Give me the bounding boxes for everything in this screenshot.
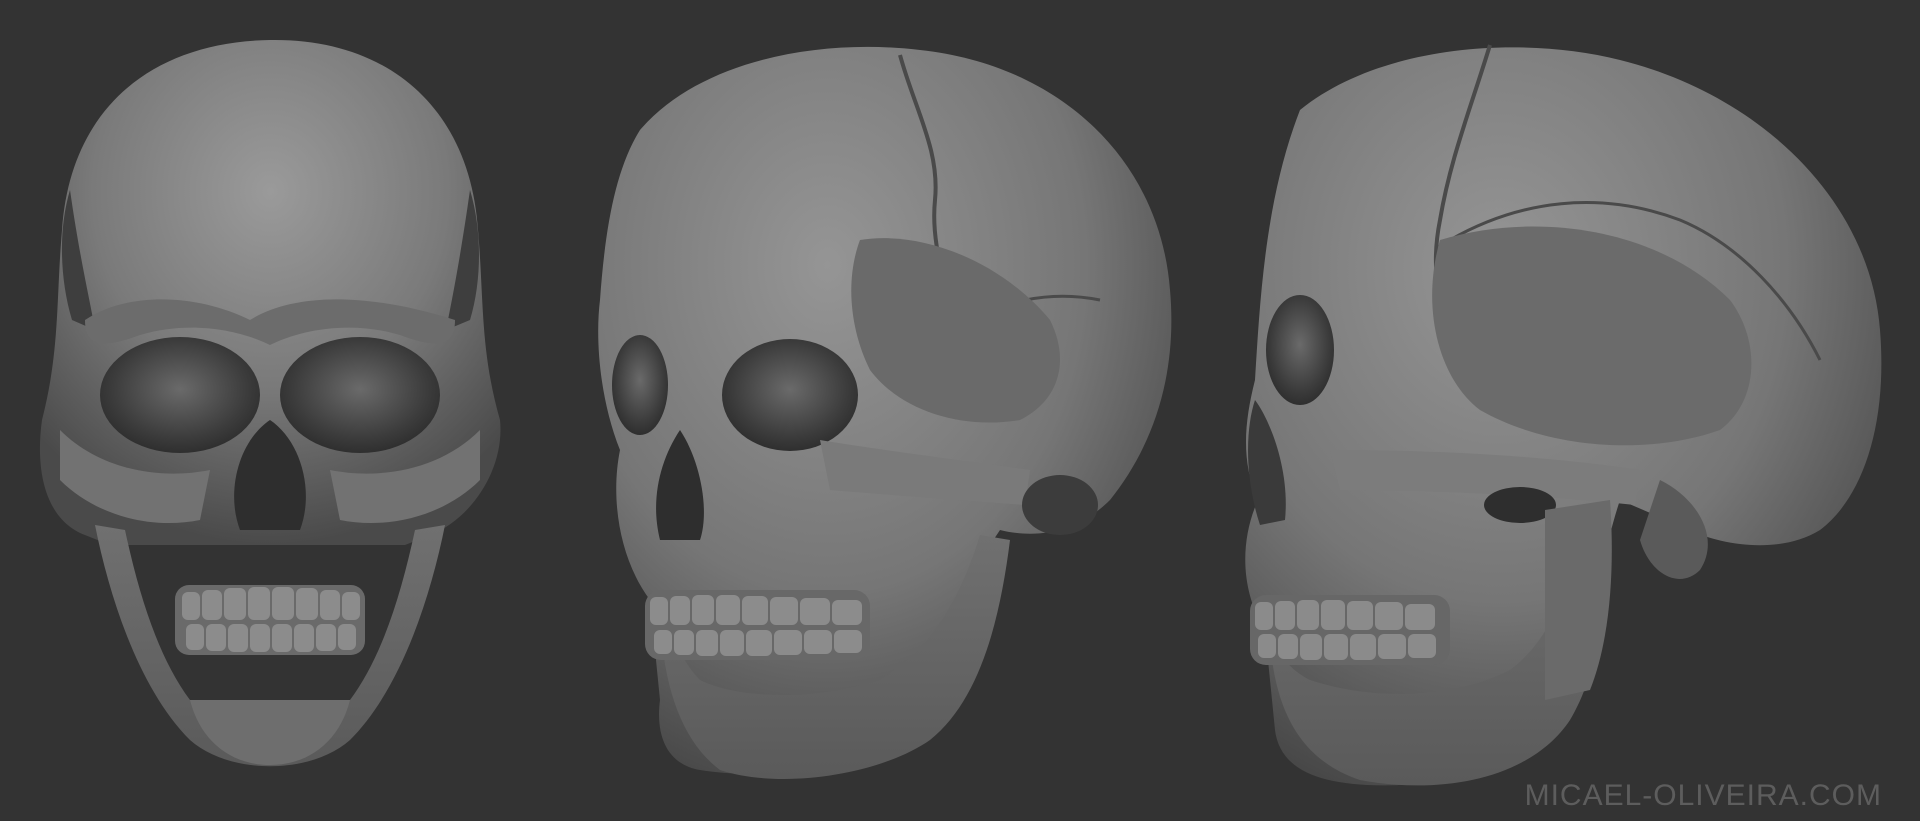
watermark-text: MICAEL-OLIVEIRA.COM	[1524, 779, 1882, 812]
skull-side-view	[1245, 44, 1882, 786]
skull-front-view	[39, 39, 501, 767]
render-canvas: MICAEL-OLIVEIRA.COM	[0, 0, 1920, 821]
skull-render-illustration	[39, 39, 1882, 786]
skull-three-quarter-view	[598, 46, 1172, 779]
